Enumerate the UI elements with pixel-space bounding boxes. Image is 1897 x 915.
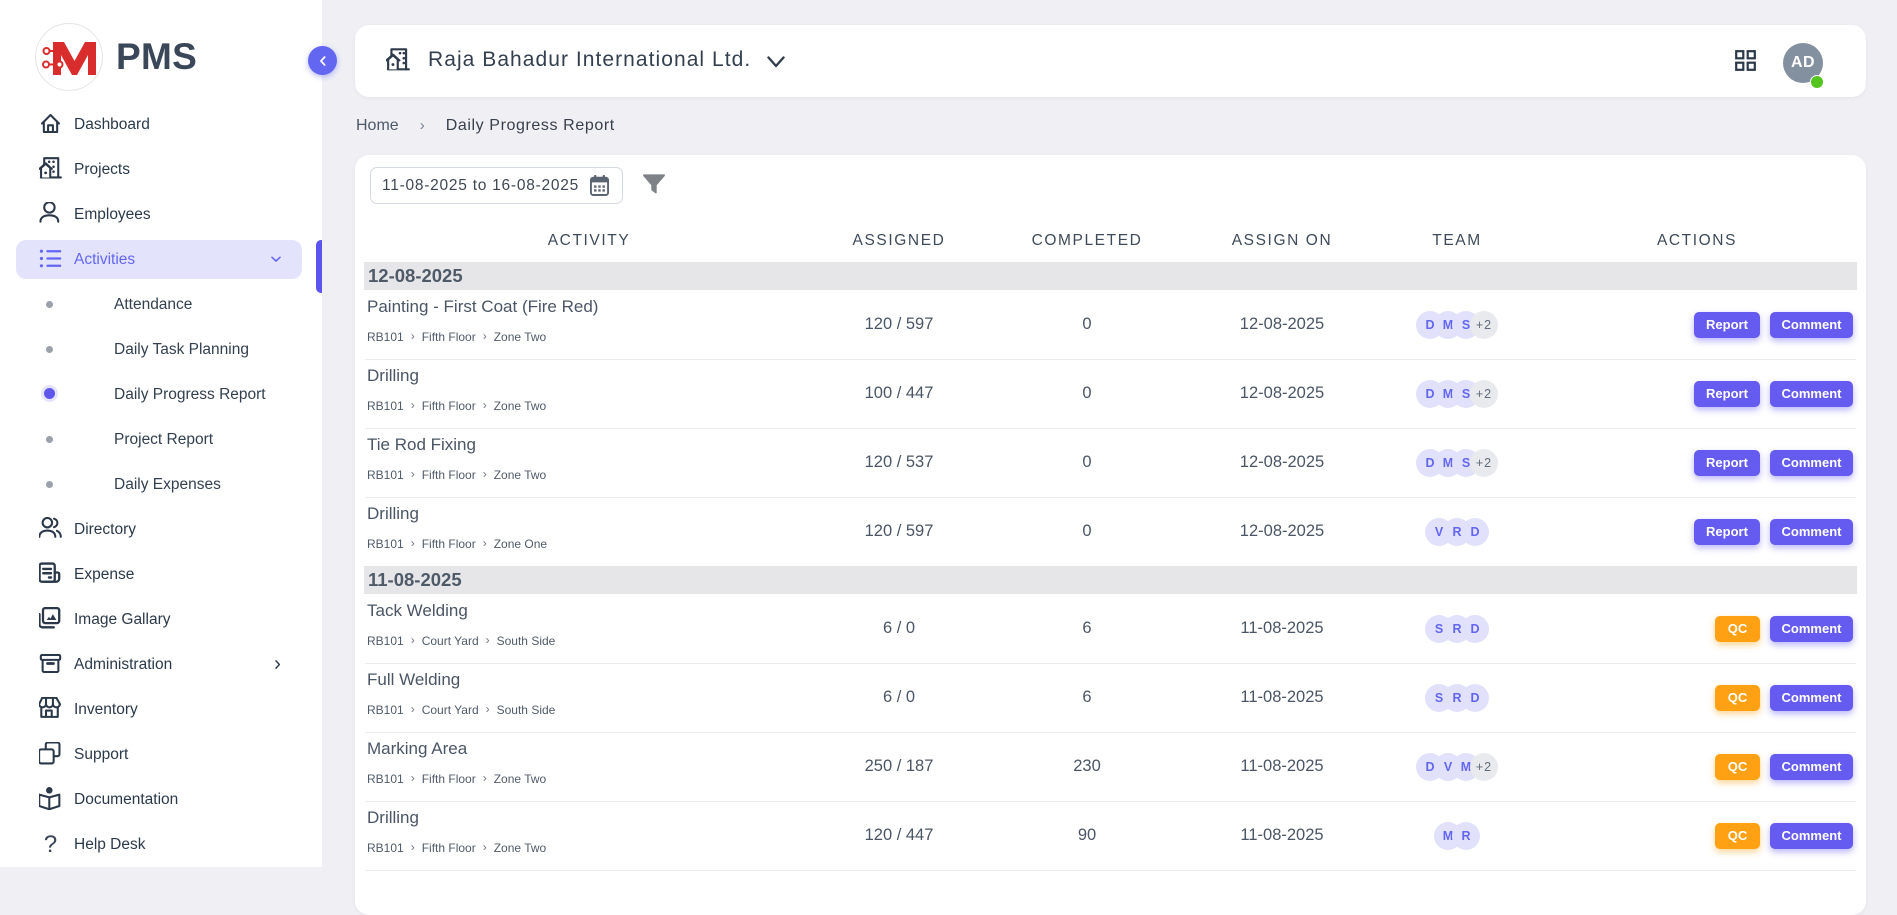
svg-text:?: ? xyxy=(44,832,57,855)
